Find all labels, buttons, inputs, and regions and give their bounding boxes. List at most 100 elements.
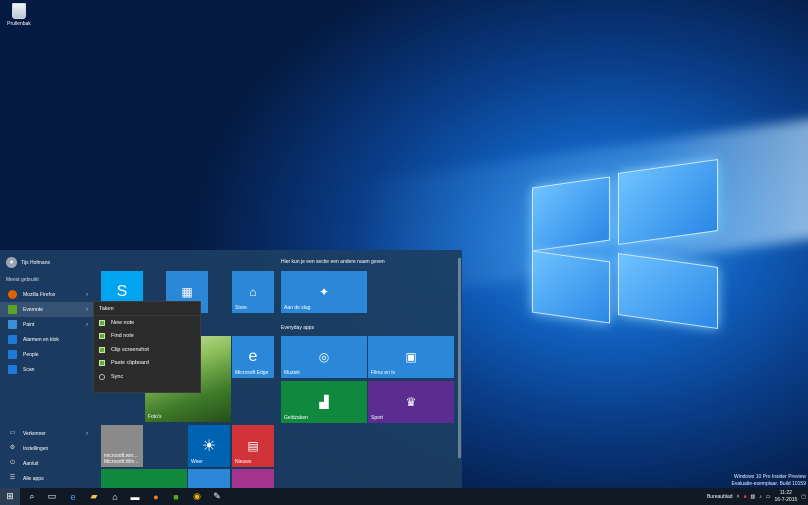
user-account[interactable]: ● Tijs Hofmans bbox=[6, 257, 50, 268]
user-name: Tijs Hofmans bbox=[21, 259, 50, 266]
app-label: Alarmen en klok bbox=[23, 336, 59, 343]
recycle-bin[interactable]: Prullenbak bbox=[4, 3, 34, 27]
evernote-task-icon bbox=[99, 333, 105, 340]
app-firefox[interactable]: Mozilla Firefox › bbox=[0, 287, 93, 302]
app-label: Instellingen bbox=[23, 445, 49, 452]
tile-weer[interactable]: ☀ Weer bbox=[188, 425, 230, 467]
app-evernote[interactable]: Evernote › bbox=[0, 302, 93, 317]
menu-item-label: Paste clipboard bbox=[111, 360, 149, 367]
menu-item-label: New note bbox=[111, 319, 135, 326]
chevron-right-icon[interactable]: › bbox=[86, 292, 88, 298]
tile-films[interactable]: ▣ Films en tv bbox=[368, 336, 454, 378]
chevron-up-icon[interactable]: ˄ bbox=[737, 494, 740, 500]
taskbar-terminal[interactable]: ▬ bbox=[125, 488, 145, 505]
jumplist-menu: Taken New note Find note Clip screenshot… bbox=[93, 301, 201, 393]
all-apps-icon: ☰ bbox=[9, 475, 16, 481]
menu-item-label: Sync bbox=[111, 373, 124, 380]
recycle-bin-label: Prullenbak bbox=[7, 21, 31, 27]
keyboard-icon[interactable]: ▭ bbox=[766, 494, 771, 500]
store-bag-icon: ⌂ bbox=[249, 285, 257, 299]
menu-item-find-note[interactable]: Find note bbox=[94, 330, 200, 344]
menu-item-label: Clip screenshot bbox=[111, 346, 149, 353]
most-used-list: Mozilla Firefox › Evernote › Paint › Ala… bbox=[0, 287, 93, 377]
desktop-toolbar-label[interactable]: Bureaublad bbox=[707, 494, 733, 500]
task-view-button[interactable]: ▭ bbox=[42, 488, 62, 505]
task-view-icon: ▭ bbox=[47, 491, 57, 501]
search-icon: ⌕ bbox=[29, 491, 35, 501]
section-header-top[interactable]: Hier kun je een sectie een andere naam g… bbox=[281, 259, 385, 265]
app-label: Aan/uit bbox=[23, 460, 39, 467]
app-label: People bbox=[23, 351, 39, 358]
app-paint[interactable]: Paint › bbox=[0, 317, 93, 332]
notifications-icon[interactable]: ▢ bbox=[801, 494, 806, 500]
chevron-right-icon[interactable]: › bbox=[86, 322, 88, 328]
firefox-icon bbox=[8, 290, 17, 299]
chrome-icon: ◉ bbox=[193, 491, 201, 501]
app-instellingen[interactable]: ⚙ Instellingen bbox=[0, 441, 93, 456]
app-verkenner[interactable]: ▭ Verkenner › bbox=[0, 426, 93, 441]
menu-item-new-note[interactable]: New note bbox=[94, 316, 200, 330]
film-clapper-icon: ▣ bbox=[405, 350, 417, 364]
taskbar-firefox[interactable]: ● bbox=[146, 488, 166, 505]
tile-xbox[interactable] bbox=[101, 469, 187, 488]
app-scan[interactable]: Scan bbox=[0, 362, 93, 377]
trophy-icon: ♛ bbox=[405, 395, 417, 409]
tile-geldzaken[interactable]: ▟ Geldzaken bbox=[281, 381, 367, 423]
tile-aan-de-slag[interactable]: ✦ Aan de slag bbox=[281, 271, 367, 313]
recycle-bin-icon bbox=[12, 3, 26, 19]
chevron-right-icon[interactable]: › bbox=[86, 431, 88, 437]
tile-partial-blue[interactable] bbox=[188, 469, 230, 488]
power-button[interactable]: ⏻ Aan/uit bbox=[0, 456, 93, 471]
menu-item-paste-clipboard[interactable]: Paste clipboard bbox=[94, 357, 200, 371]
menu-item-sync[interactable]: Sync bbox=[94, 370, 200, 384]
clock[interactable]: 11:22 16-7-2015 bbox=[774, 490, 797, 504]
menu-item-label: Find note bbox=[111, 333, 134, 340]
calendar-icon: ▦ bbox=[181, 285, 193, 299]
taskbar-chrome[interactable]: ◉ bbox=[187, 488, 207, 505]
clock-time: 11:22 bbox=[779, 489, 792, 496]
folder-icon: ▭ bbox=[9, 430, 16, 436]
alarm-clock-icon bbox=[8, 335, 17, 344]
start-left-column: ● Tijs Hofmans Meest gebruikt Mozilla Fi… bbox=[0, 250, 93, 488]
chart-up-icon: ▟ bbox=[319, 395, 329, 409]
network-icon[interactable]: ▥ bbox=[751, 494, 756, 500]
taskbar-evernote[interactable]: ■ bbox=[166, 488, 186, 505]
taskbar-edge[interactable]: e bbox=[63, 488, 83, 505]
taskbar-paint[interactable]: ✎ bbox=[207, 488, 227, 505]
menu-item-clip-screenshot[interactable]: Clip screenshot bbox=[94, 343, 200, 357]
tile-label: Aan de slag bbox=[284, 305, 311, 311]
start-button[interactable]: ⊞ bbox=[0, 488, 20, 505]
chevron-right-icon[interactable]: › bbox=[86, 307, 88, 313]
clock-date: 16-7-2015 bbox=[774, 496, 798, 503]
tile-label: Foto's bbox=[148, 414, 162, 420]
tile-muziek[interactable]: ◎ Muziek bbox=[281, 336, 367, 378]
evernote-task-icon bbox=[99, 360, 105, 367]
tile-label-line2: Microsoft.Win... bbox=[104, 459, 139, 465]
app-people[interactable]: People bbox=[0, 347, 93, 362]
all-apps-button[interactable]: ☰ Alle apps bbox=[0, 471, 93, 486]
music-disc-icon: ◎ bbox=[318, 350, 330, 364]
terminal-icon: ▬ bbox=[130, 491, 140, 502]
jumplist-header: Taken bbox=[94, 302, 200, 316]
volume-icon[interactable]: ♪ bbox=[759, 494, 762, 500]
tile-label: Microsoft Edge bbox=[235, 370, 269, 376]
tile-label: Films en tv bbox=[371, 370, 396, 376]
action-center-icon[interactable]: ■ bbox=[743, 494, 746, 500]
paint-icon: ✎ bbox=[213, 491, 221, 501]
app-label: Verkenner bbox=[23, 430, 46, 437]
tile-nieuws[interactable]: ▤ Nieuws bbox=[232, 425, 274, 467]
tile-edge[interactable]: e Microsoft Edge bbox=[232, 336, 274, 378]
tile-sport[interactable]: ♛ Sport bbox=[368, 381, 454, 423]
start-scrollbar[interactable] bbox=[458, 258, 461, 458]
tile-label: Geldzaken bbox=[284, 415, 308, 421]
taskbar-store[interactable]: ⌂ bbox=[105, 488, 125, 505]
tile-store[interactable]: ⌂ Store bbox=[232, 271, 274, 313]
app-alarms[interactable]: Alarmen en klok bbox=[0, 332, 93, 347]
tile-partial-purple[interactable] bbox=[232, 469, 274, 488]
search-button[interactable]: ⌕ bbox=[22, 488, 42, 505]
tile-microsoft-win[interactable]: microsoft.win... Microsoft.Win... bbox=[101, 425, 143, 467]
taskbar-explorer[interactable]: ▰ bbox=[84, 488, 104, 505]
section-header-everyday[interactable]: Everyday apps bbox=[281, 325, 314, 331]
tile-label: Nieuws bbox=[235, 459, 252, 465]
tile-label: Muziek bbox=[284, 370, 300, 376]
